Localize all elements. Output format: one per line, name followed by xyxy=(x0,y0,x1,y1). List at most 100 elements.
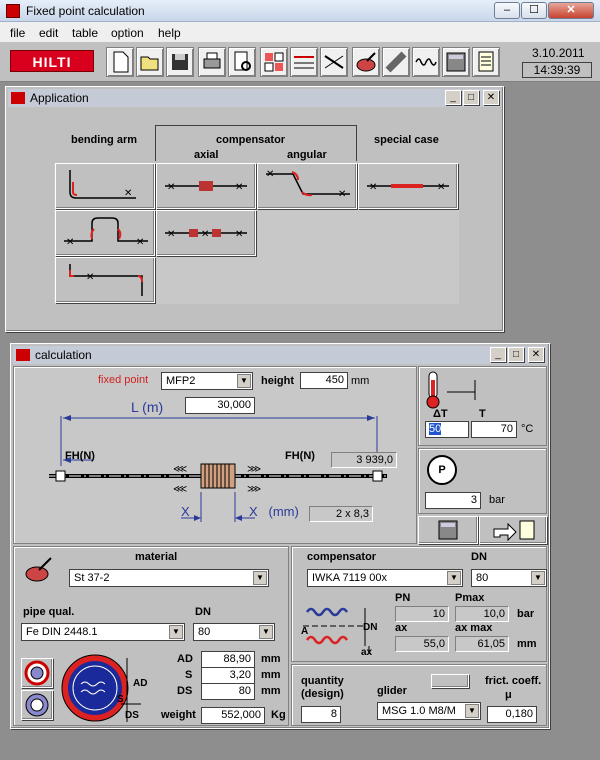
menu-edit[interactable]: edit xyxy=(39,26,58,40)
pmax-label: Pmax xyxy=(455,592,485,604)
dn-pipe-dropdown[interactable]: 80 ▼ xyxy=(193,623,275,641)
menu-file[interactable]: file xyxy=(10,26,25,40)
special-case-option[interactable]: ✕ ✕ xyxy=(358,163,458,209)
calculation-icon xyxy=(16,349,30,361)
chevron-down-icon[interactable]: ▼ xyxy=(447,571,461,585)
svg-text:✕: ✕ xyxy=(201,229,209,240)
ax-max-readout: 61,05 xyxy=(455,636,509,652)
bending-arm-u-shape-option[interactable]: ✕ ✕ xyxy=(55,210,155,256)
svg-text:✕: ✕ xyxy=(437,182,445,193)
close-button[interactable]: ✕ xyxy=(548,2,594,19)
material-icon[interactable] xyxy=(352,47,380,77)
hilti-logo-text: HILTI xyxy=(32,54,72,70)
compensator-label: compensator xyxy=(307,551,377,563)
calc-minimize-button[interactable]: _ xyxy=(490,347,506,362)
header-angular: angular xyxy=(287,149,327,161)
application-window-title-bar: Application _ □ ✕ xyxy=(8,89,501,107)
notes-icon[interactable] xyxy=(472,47,500,77)
spanner-icon[interactable] xyxy=(320,47,348,77)
diagram-ad-label: AD xyxy=(133,678,148,689)
ax-label: ax xyxy=(395,622,408,634)
pipe-icon[interactable] xyxy=(382,47,410,77)
u-shape-pipe-icon: ✕ ✕ xyxy=(64,217,148,248)
print-icon[interactable] xyxy=(198,47,226,77)
glider-details-button[interactable] xyxy=(431,674,469,688)
glider-dropdown[interactable]: MSG 1.0 M8/M ▼ xyxy=(377,702,481,720)
minimize-button[interactable]: – xyxy=(494,2,520,19)
compare-icon[interactable] xyxy=(260,47,288,77)
ax-max-unit: mm xyxy=(517,638,537,650)
svg-text:⋙: ⋙ xyxy=(247,484,261,495)
axial-compensator-icon: ✕ ✕ xyxy=(165,181,247,193)
ad-unit: mm xyxy=(261,653,281,665)
calc-close-button[interactable]: ✕ xyxy=(528,347,544,362)
pressure-unit: bar xyxy=(489,494,505,506)
pressure-input[interactable]: 3 xyxy=(425,492,481,509)
notes-arrow-icon xyxy=(493,520,535,542)
insulated-pipe-button[interactable] xyxy=(21,690,53,720)
app-minimize-button[interactable]: _ xyxy=(445,90,461,105)
compensator-dropdown[interactable]: IWKA 7119 00x ▼ xyxy=(307,569,463,587)
chevron-down-icon[interactable]: ▼ xyxy=(259,625,273,639)
pressure-icon: P xyxy=(427,455,457,485)
axial-compensator-option[interactable]: ✕ ✕ xyxy=(156,163,256,209)
t-input[interactable]: 70 xyxy=(471,421,517,438)
print-preview-icon[interactable] xyxy=(228,47,256,77)
svg-text:⋘: ⋘ xyxy=(173,464,187,475)
app-close-button[interactable]: ✕ xyxy=(483,90,499,105)
height-label: height xyxy=(261,375,294,387)
axial-compensator-double-option[interactable]: ✕ ✕ ✕ xyxy=(156,210,256,256)
chevron-down-icon[interactable]: ▼ xyxy=(465,704,479,718)
angular-compensator-option[interactable]: ✕ ✕ xyxy=(257,163,357,209)
chevron-down-icon[interactable]: ▼ xyxy=(237,374,251,388)
bending-arm-z-shape-option[interactable]: ✕ xyxy=(55,257,155,303)
svg-text:⋘: ⋘ xyxy=(173,484,187,495)
new-file-icon[interactable] xyxy=(106,47,134,77)
x-unit-label: X (mm) xyxy=(249,504,299,519)
compensator-icon[interactable] xyxy=(412,47,440,77)
calculator-icon[interactable] xyxy=(442,47,470,77)
dn-comp-value: 80 xyxy=(476,572,489,584)
hilti-logo: HILTI xyxy=(10,50,94,72)
menu-help[interactable]: help xyxy=(158,26,181,40)
calculator-button[interactable] xyxy=(418,516,478,544)
friction-input[interactable]: 0,180 xyxy=(487,706,537,723)
fixed-point-value: MFP2 xyxy=(166,375,196,387)
svg-text:✕: ✕ xyxy=(66,237,74,248)
maximize-button[interactable]: ☐ xyxy=(521,2,547,19)
app-maximize-button[interactable]: □ xyxy=(463,90,479,105)
fixed-point-dropdown[interactable]: MFP2 ▼ xyxy=(161,372,253,390)
svg-text:⋙: ⋙ xyxy=(247,464,261,475)
chevron-down-icon[interactable]: ▼ xyxy=(253,571,267,585)
weight-input[interactable]: 552,000 xyxy=(201,707,265,724)
calc-maximize-button[interactable]: □ xyxy=(508,347,524,362)
delta-t-input[interactable]: 50 xyxy=(425,421,469,438)
svg-text:✕: ✕ xyxy=(86,272,94,283)
ad-input[interactable]: 88,90 xyxy=(201,651,255,668)
pipe-qual-dropdown[interactable]: Fe DIN 2448.1 ▼ xyxy=(21,623,185,641)
application-icon xyxy=(11,92,25,104)
ds-input[interactable]: 80 xyxy=(201,683,255,700)
material-icon xyxy=(25,557,52,582)
dn-comp-dropdown[interactable]: 80 ▼ xyxy=(471,569,547,587)
pipe-section-button[interactable] xyxy=(21,658,53,688)
menu-table[interactable]: table xyxy=(72,26,98,40)
fixed-point-label: fixed point xyxy=(98,374,149,386)
quantity-input[interactable]: 8 xyxy=(301,706,341,723)
height-input[interactable]: 450 xyxy=(300,372,348,389)
material-dropdown[interactable]: St 37-2 ▼ xyxy=(69,569,269,587)
open-folder-icon[interactable] xyxy=(136,47,164,77)
calculation-window-title-bar: calculation _ □ ✕ xyxy=(13,346,547,364)
pmax-unit: bar xyxy=(517,608,535,620)
menu-option[interactable]: option xyxy=(111,26,144,40)
chevron-down-icon[interactable]: ▼ xyxy=(169,625,183,639)
bending-arm-l-shape-option[interactable]: ✕ xyxy=(55,163,155,209)
chevron-down-icon[interactable]: ▼ xyxy=(531,571,545,585)
application-window-title: Application xyxy=(30,91,89,105)
save-disk-icon[interactable] xyxy=(166,47,194,77)
app-icon xyxy=(6,4,20,18)
notes-button[interactable] xyxy=(479,516,547,544)
pipe-dimension-icon[interactable] xyxy=(290,47,318,77)
l-shape-pipe-icon: ✕ xyxy=(69,170,136,199)
s-input[interactable]: 3,20 xyxy=(201,667,255,684)
